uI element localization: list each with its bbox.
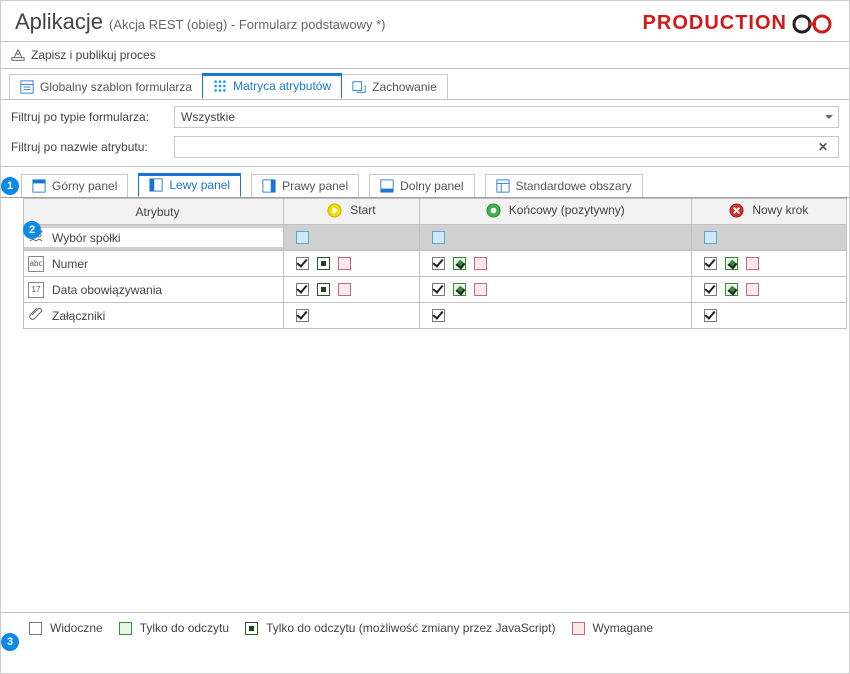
legend: Widoczne Tylko do odczytu Tylko do odczy…: [1, 613, 849, 643]
cell-readonly-checkbox[interactable]: [453, 283, 466, 296]
tab-attribute-matrix[interactable]: Matryca atrybutów: [202, 73, 342, 99]
attr-type-icon: abc: [28, 255, 44, 272]
app-title: Aplikacje: [15, 9, 103, 35]
callout-1: 1: [1, 177, 19, 195]
panel-tab-right[interactable]: Prawy panel: [251, 174, 359, 197]
cell-visible-checkbox[interactable]: [704, 231, 717, 244]
attr-name: Data obowiązywania: [50, 283, 279, 297]
panel-bottom-icon: [380, 179, 394, 193]
attr-name: Wybór spółki: [50, 231, 279, 245]
panel-tab-standard[interactable]: Standardowe obszary: [485, 174, 643, 197]
panel-standard-icon: [496, 179, 510, 193]
cell-visible-checkbox[interactable]: [432, 231, 445, 244]
panel-tab-left[interactable]: Lewy panel: [138, 173, 241, 197]
titlebar: Aplikacje (Akcja REST (obieg) - Formular…: [1, 1, 849, 42]
legend-required-icon: [572, 622, 585, 635]
panel-left-icon: [149, 178, 163, 192]
legend-visible-icon: [29, 622, 42, 635]
legend-readonly-label: Tylko do odczytu: [140, 621, 229, 635]
cell-required-checkbox[interactable]: [338, 283, 351, 296]
filter-formtype-label: Filtruj po typie formularza:: [11, 110, 166, 124]
table-row: Wybór spółki: [24, 225, 847, 251]
cell-readonly-checkbox[interactable]: [725, 283, 738, 296]
clear-icon[interactable]: ✕: [813, 136, 833, 158]
matrix-header-step-start[interactable]: Start: [284, 199, 420, 225]
brand-logo-icon: [791, 13, 835, 35]
behavior-icon: [352, 80, 366, 94]
cell-visible-checkbox[interactable]: [296, 283, 309, 296]
attr-name: Numer: [50, 257, 279, 271]
toolbar: Zapisz i publikuj proces: [1, 42, 849, 69]
main-tabs: Globalny szablon formularza Matryca atry…: [1, 69, 849, 100]
cell-visible-checkbox[interactable]: [704, 283, 717, 296]
cell-visible-checkbox[interactable]: [432, 257, 445, 270]
matrix-header-step-end[interactable]: Końcowy (pozytywny): [419, 199, 691, 225]
cell-visible-checkbox[interactable]: [296, 309, 309, 322]
cell-required-checkbox[interactable]: [338, 257, 351, 270]
cell-required-checkbox[interactable]: [746, 257, 759, 270]
matrix-header-attributes: Atrybuty: [24, 199, 284, 225]
cell-readonly-checkbox[interactable]: [317, 257, 330, 270]
panel-tab-bottom[interactable]: Dolny panel: [369, 174, 474, 197]
panel-tabs: Górny panel Lewy panel Prawy panel Dolny…: [1, 167, 849, 198]
cell-visible-checkbox[interactable]: [704, 309, 717, 322]
cell-visible-checkbox[interactable]: [296, 257, 309, 270]
save-publish-icon: [11, 48, 25, 62]
cell-visible-checkbox[interactable]: [432, 283, 445, 296]
step-start-icon: [327, 203, 342, 218]
panel-tab-top[interactable]: Górny panel: [21, 174, 128, 197]
chevron-down-icon[interactable]: [825, 115, 833, 119]
callout-3: 3: [1, 633, 19, 651]
panel-right-icon: [262, 179, 276, 193]
cell-readonly-checkbox[interactable]: [453, 257, 466, 270]
step-new-icon: [729, 203, 744, 218]
context-subtitle: (Akcja REST (obieg) - Formularz podstawo…: [109, 17, 385, 32]
legend-readonly-js-icon: [245, 622, 258, 635]
cell-required-checkbox[interactable]: [474, 257, 487, 270]
attribute-matrix-table: Atrybuty Start Końcowy (pozytywny): [23, 198, 847, 329]
filter-formtype-select[interactable]: [174, 106, 839, 128]
brand-label: PRODUCTION: [643, 12, 835, 35]
legend-required-label: Wymagane: [593, 621, 654, 635]
table-row: 17 Data obowiązywania: [24, 277, 847, 303]
panel-top-icon: [32, 179, 46, 193]
step-end-icon: [486, 203, 501, 218]
cell-visible-checkbox[interactable]: [432, 309, 445, 322]
save-publish-button[interactable]: Zapisz i publikuj proces: [11, 48, 156, 62]
attr-name: Załączniki: [50, 309, 279, 323]
matrix-header-step-new[interactable]: Nowy krok: [691, 199, 846, 225]
filter-attrname-input[interactable]: [174, 136, 839, 158]
tab-behavior[interactable]: Zachowanie: [341, 74, 448, 99]
attr-type-icon: [28, 306, 44, 325]
form-template-icon: [20, 80, 34, 94]
table-row: abc Numer: [24, 251, 847, 277]
cell-visible-checkbox[interactable]: [704, 257, 717, 270]
table-row: Załączniki: [24, 303, 847, 329]
cell-required-checkbox[interactable]: [746, 283, 759, 296]
matrix-icon: [213, 79, 227, 93]
filter-attrname-label: Filtruj po nazwie atrybutu:: [11, 140, 166, 154]
legend-readonly-js-label: Tylko do odczytu (możliwość zmiany przez…: [266, 621, 555, 635]
cell-visible-checkbox[interactable]: [296, 231, 309, 244]
legend-readonly-icon: [119, 622, 132, 635]
legend-visible-label: Widoczne: [50, 621, 103, 635]
cell-required-checkbox[interactable]: [474, 283, 487, 296]
attr-type-icon: 17: [28, 281, 44, 298]
cell-readonly-checkbox[interactable]: [725, 257, 738, 270]
callout-2: 2: [23, 221, 41, 239]
cell-readonly-checkbox[interactable]: [317, 283, 330, 296]
tab-global-template[interactable]: Globalny szablon formularza: [9, 74, 203, 99]
